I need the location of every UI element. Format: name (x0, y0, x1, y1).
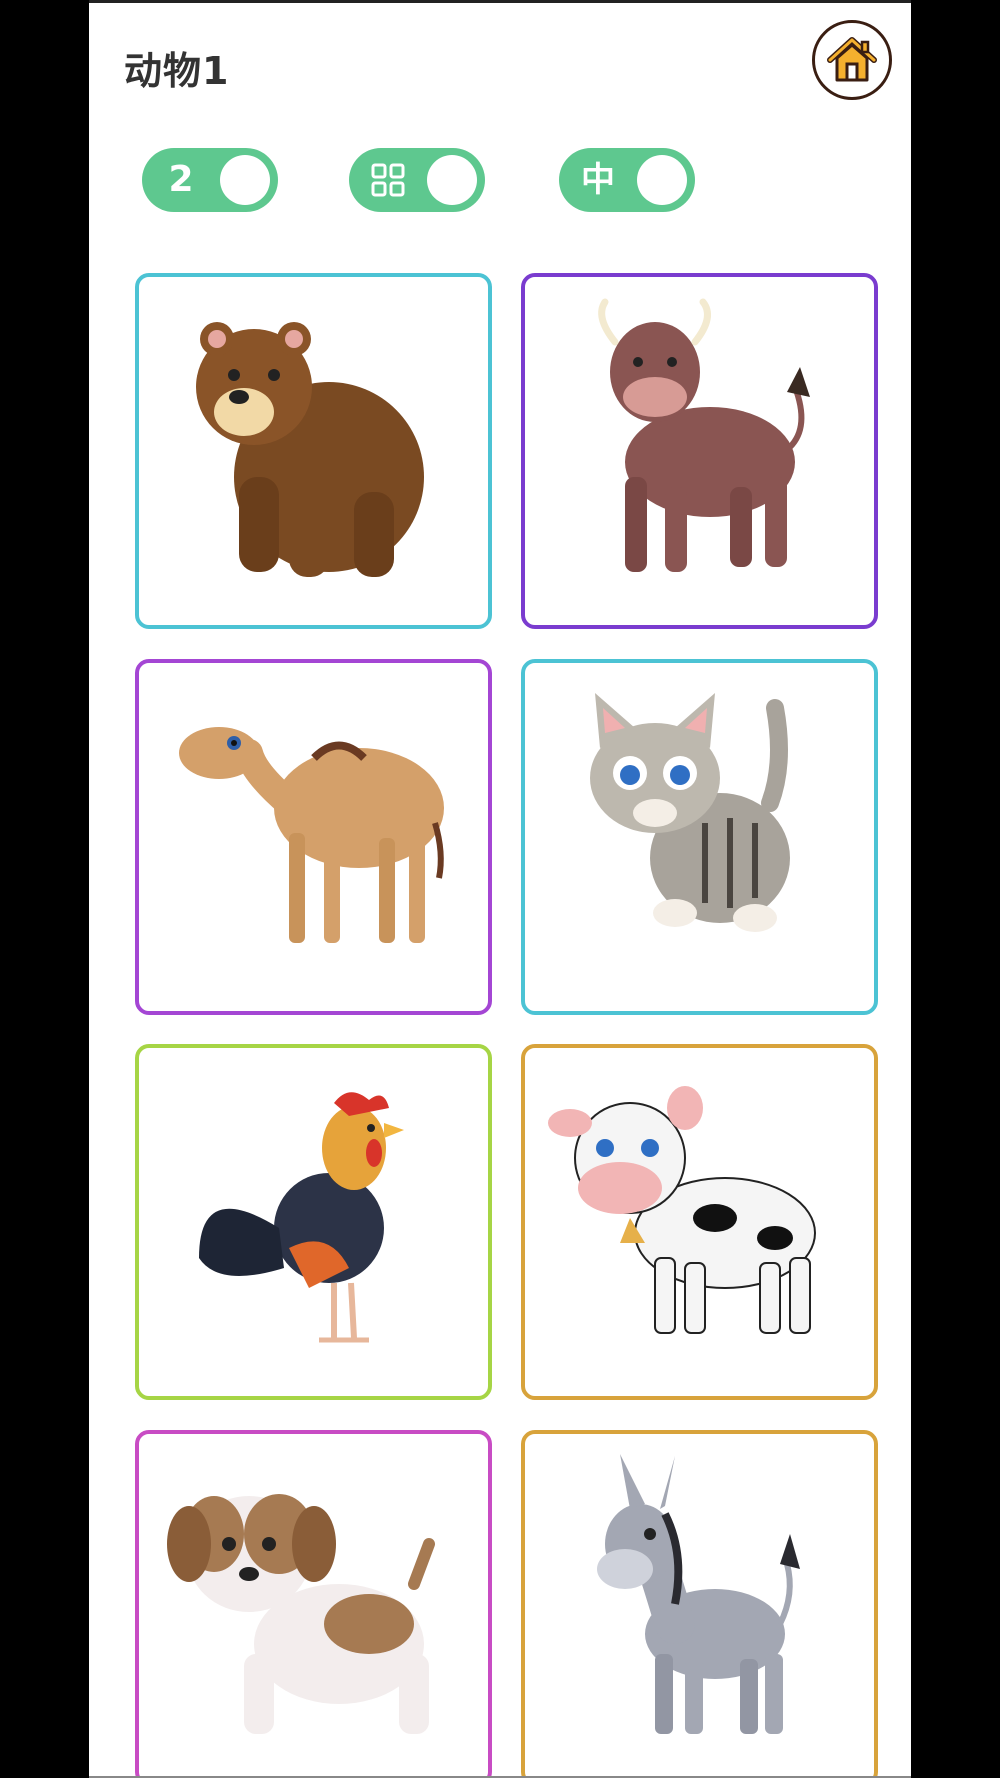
app-screen: 动物1 2 中 (89, 0, 911, 1778)
animal-card-camel[interactable] (135, 659, 492, 1015)
toggle-knob (427, 155, 477, 205)
language-toggle[interactable]: 中 (559, 148, 695, 212)
grid-icon (371, 163, 405, 197)
puppy-image (167, 1494, 435, 1734)
bull-image (598, 298, 810, 572)
status-divider (89, 0, 911, 3)
page-title: 动物1 (124, 49, 230, 93)
count-toggle-label: 2 (168, 159, 194, 200)
animal-card-bear[interactable] (135, 273, 492, 629)
donkey-image (597, 1454, 800, 1734)
home-icon (827, 37, 877, 82)
toggle-knob (220, 155, 270, 205)
animal-card-bull[interactable] (521, 273, 878, 629)
animal-card-cat[interactable] (521, 659, 878, 1015)
animal-card-rooster[interactable] (135, 1044, 492, 1400)
cow-image (548, 1086, 816, 1334)
camel-image (179, 727, 444, 943)
animal-card-donkey[interactable] (521, 1430, 878, 1778)
bear-image (196, 322, 424, 577)
language-toggle-label: 中 (581, 160, 615, 200)
grid-toggle[interactable] (349, 148, 485, 212)
animal-card-puppy[interactable] (135, 1430, 492, 1778)
count-toggle[interactable]: 2 (142, 148, 278, 212)
animal-card-cow[interactable] (521, 1044, 878, 1400)
cat-image (590, 693, 790, 932)
rooster-image (199, 1092, 404, 1343)
toggle-knob (637, 155, 687, 205)
home-button[interactable] (812, 20, 892, 100)
